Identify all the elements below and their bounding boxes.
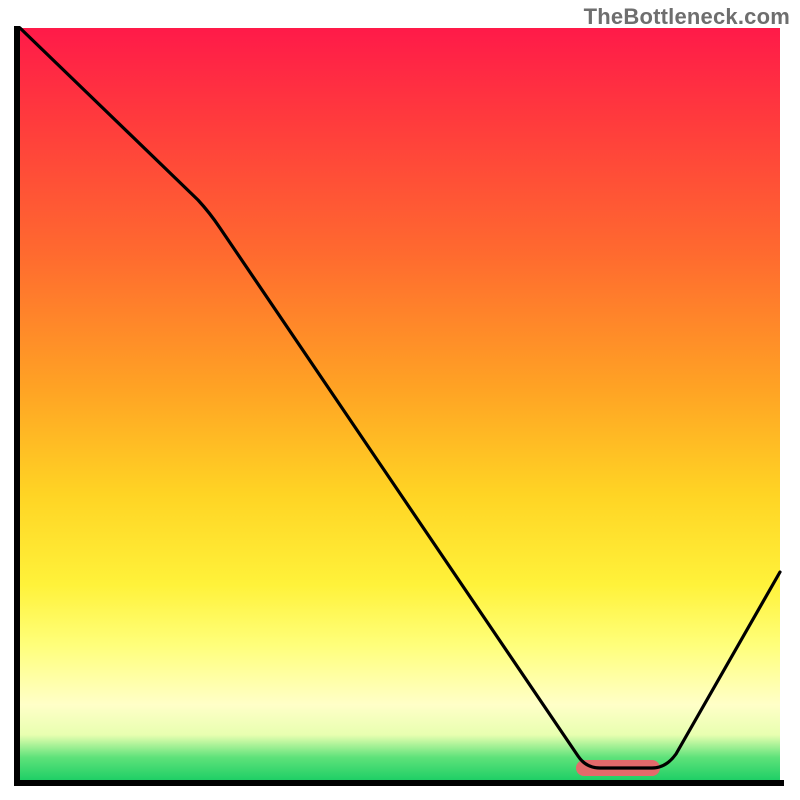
x-axis (14, 780, 784, 786)
bottleneck-chart: TheBottleneck.com (0, 0, 800, 800)
watermark-label: TheBottleneck.com (584, 4, 790, 30)
y-axis (14, 26, 20, 784)
curve-layer (20, 28, 780, 780)
bottleneck-curve (20, 28, 780, 768)
